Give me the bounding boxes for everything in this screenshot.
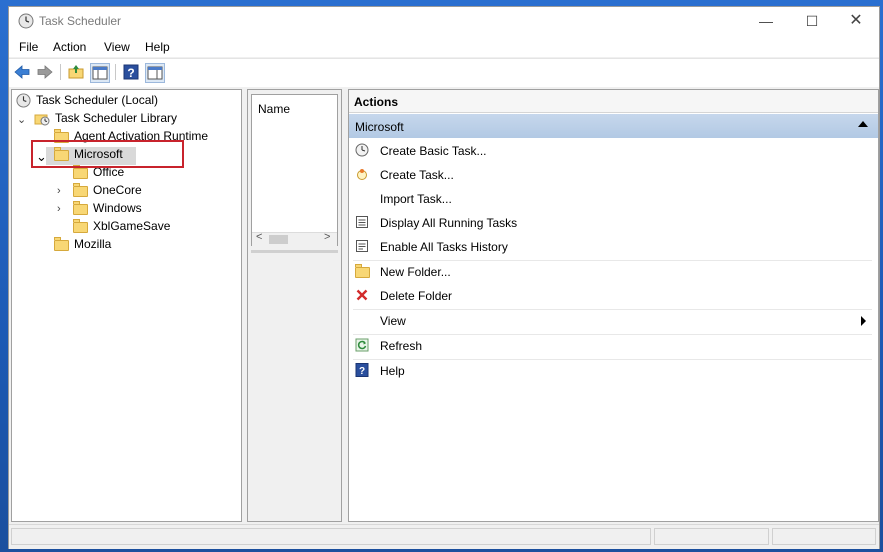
folder-icon [73,183,88,197]
action-label: New Folder... [380,265,451,279]
action-label: Create Basic Task... [380,144,487,158]
toolbar-separator [115,64,116,80]
svg-text:?: ? [359,366,365,377]
status-cell [772,528,876,545]
tree-label: Task Scheduler Library [55,111,178,125]
library-folder-icon [34,114,50,126]
refresh-icon [355,338,369,352]
status-bar [9,524,879,549]
menu-view[interactable]: View [104,40,130,54]
action-new-folder[interactable]: New Folder... [349,261,878,283]
action-label: Display All Running Tasks [380,216,518,230]
action-create-task[interactable]: Create Task... [349,164,878,186]
chevron-right-icon[interactable]: › [57,203,61,215]
actions-pane: Actions Microsoft Create Basic Task... C… [348,89,879,522]
action-label: Delete Folder [380,289,453,303]
show-hide-action-pane-icon[interactable] [145,63,165,83]
tree-item-xblgamesave[interactable]: XblGameSave [12,218,241,236]
actions-title: Actions [354,95,399,109]
folder-icon [73,201,88,215]
tasks-history-icon [356,240,368,252]
column-header-name[interactable]: Name [258,102,290,116]
create-basic-task-icon [355,143,369,157]
chevron-down-icon[interactable]: ⌄ [17,113,26,126]
status-cell [654,528,769,545]
toolbar: ? [9,58,879,87]
pane-divider[interactable] [251,250,338,253]
folder-icon [73,219,88,233]
svg-text:?: ? [127,66,134,80]
action-label: Enable All Tasks History [380,240,508,254]
tree-label: XblGameSave [93,219,171,233]
menu-file[interactable]: File [19,40,38,54]
tree-label: Mozilla [74,237,112,251]
actions-header: Actions [349,90,878,113]
folder-up-icon[interactable] [67,63,85,81]
action-import-task[interactable]: Import Task... [349,188,878,210]
scrollbar-thumb[interactable] [269,235,288,244]
menu-bar: File Action View Help [9,35,879,57]
collapse-arrow-icon[interactable] [858,121,868,127]
tree-item-onecore[interactable]: › OneCore [12,182,241,200]
action-label: Help [380,364,405,378]
show-hide-console-tree-icon[interactable] [90,63,110,83]
action-enable-tasks-history[interactable]: Enable All Tasks History [349,236,878,258]
action-refresh[interactable]: Refresh [349,335,878,357]
delete-icon [356,289,368,301]
task-list[interactable]: Name < > [251,94,338,246]
action-label: Refresh [380,339,423,353]
chevron-right-icon[interactable]: › [57,185,61,197]
scroll-right-icon[interactable]: > [324,231,330,243]
folder-icon [54,237,69,251]
section-title: Microsoft [355,120,404,134]
action-label: View [380,314,406,328]
forward-arrow-icon[interactable] [36,63,54,81]
horizontal-scrollbar[interactable]: < > [252,231,337,246]
console-tree-pane[interactable]: Task Scheduler (Local) ⌄ Task Scheduler … [11,89,242,522]
help-icon[interactable]: ? [122,63,140,81]
window-title: Task Scheduler [39,14,122,28]
close-button[interactable]: ✕ [833,7,879,35]
help-icon: ? [355,363,369,377]
status-cell [11,528,651,545]
tree-label: Windows [93,201,142,215]
action-help[interactable]: ? Help [349,360,878,382]
tree-item-windows[interactable]: › Windows [12,200,241,218]
task-list-pane: Name < > [247,89,342,522]
tree-item-mozilla[interactable]: Mozilla [12,236,241,254]
menu-action[interactable]: Action [53,40,86,54]
submenu-arrow-icon [861,316,866,326]
new-folder-icon [355,264,370,278]
highlight-annotation-box [31,140,184,168]
menu-help[interactable]: Help [145,40,170,54]
tree-label: Task Scheduler (Local) [36,93,159,107]
back-arrow-icon[interactable] [13,63,31,81]
action-create-basic-task[interactable]: Create Basic Task... [349,140,878,162]
folder-icon [73,165,88,179]
title-bar[interactable]: Task Scheduler — ☐ ✕ [9,7,879,35]
action-view[interactable]: View [349,310,878,332]
action-label: Import Task... [380,192,452,206]
create-task-icon [357,169,367,180]
tree-item-library[interactable]: ⌄ Task Scheduler Library [12,110,241,128]
tree-label: OneCore [93,183,142,197]
clock-icon [18,13,34,29]
action-label: Create Task... [380,168,454,182]
tree-item-root[interactable]: Task Scheduler (Local) [12,92,241,110]
clock-icon [16,93,31,108]
running-tasks-icon [356,216,368,228]
task-scheduler-window: Task Scheduler — ☐ ✕ File Action View He… [8,6,880,549]
toolbar-separator [60,64,61,80]
scroll-left-icon[interactable]: < [256,231,262,243]
action-delete-folder[interactable]: Delete Folder [349,285,878,307]
minimize-button[interactable]: — [743,7,789,35]
actions-section-header[interactable]: Microsoft [349,114,878,138]
maximize-button[interactable]: ☐ [789,7,835,35]
action-display-running-tasks[interactable]: Display All Running Tasks [349,212,878,234]
